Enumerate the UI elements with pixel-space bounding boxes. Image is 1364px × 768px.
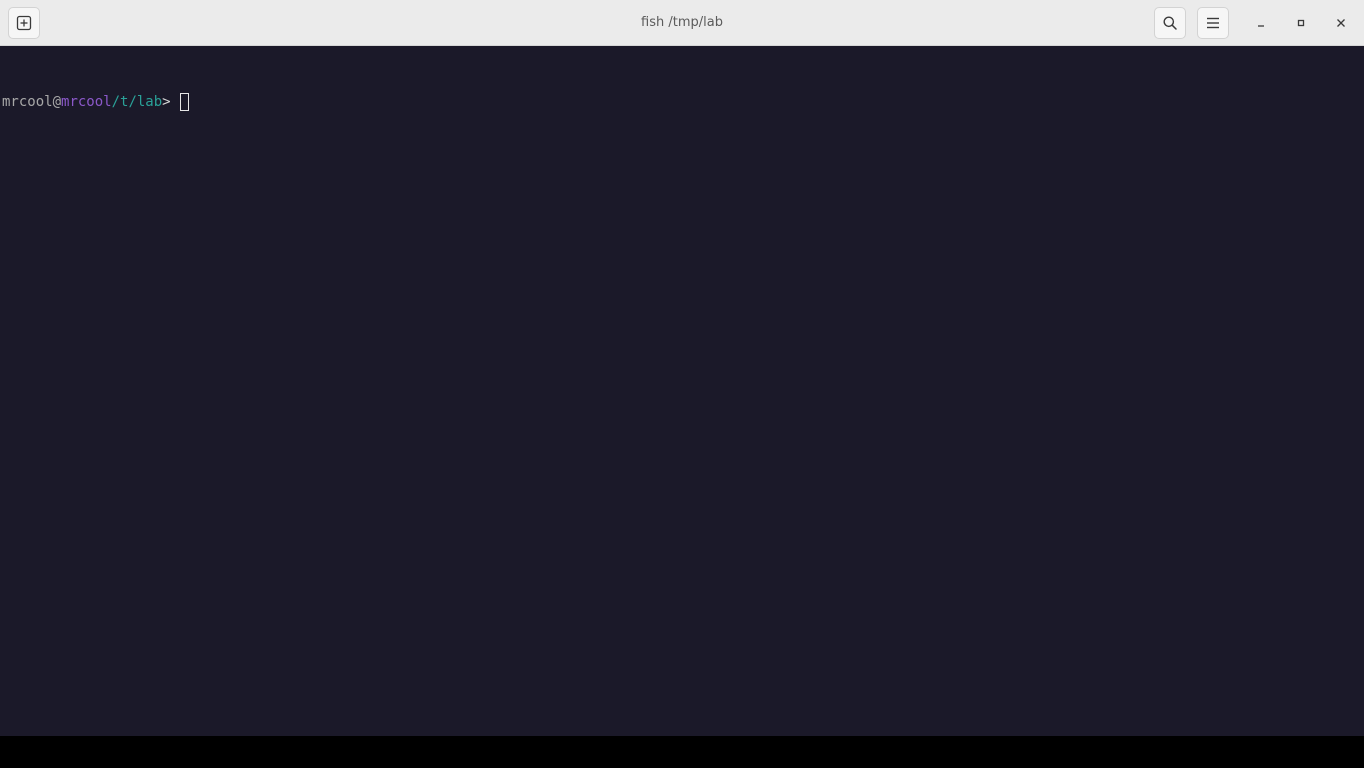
maximize-button[interactable] xyxy=(1289,11,1313,35)
prompt-symbol: > xyxy=(162,94,171,110)
new-tab-icon xyxy=(16,15,32,31)
close-icon xyxy=(1337,19,1345,27)
prompt-user: mrcool xyxy=(2,94,53,110)
screen-bottom-edge xyxy=(0,736,1364,768)
prompt-cwd: /t/lab xyxy=(111,94,163,110)
main-menu-button[interactable] xyxy=(1197,7,1229,39)
title-bar: fish /tmp/lab xyxy=(0,0,1364,46)
search-icon xyxy=(1163,16,1177,30)
close-button[interactable] xyxy=(1329,11,1353,35)
new-tab-button[interactable] xyxy=(8,7,40,39)
text-cursor xyxy=(180,93,190,111)
prompt-at-sign: @ xyxy=(52,94,62,110)
maximize-icon xyxy=(1297,19,1305,27)
search-button[interactable] xyxy=(1154,7,1186,39)
prompt-line: mrcool @ mrcool/t/lab > xyxy=(2,91,1362,113)
terminal-window: fish /tmp/lab mrcool @ mrcool /t/lab > xyxy=(0,0,1364,736)
minimize-button[interactable] xyxy=(1249,11,1273,35)
terminal-area[interactable]: mrcool @ mrcool/t/lab > xyxy=(0,46,1364,736)
hamburger-menu-icon xyxy=(1207,17,1219,29)
minimize-icon xyxy=(1258,25,1264,27)
prompt-host: mrcool xyxy=(61,94,112,110)
